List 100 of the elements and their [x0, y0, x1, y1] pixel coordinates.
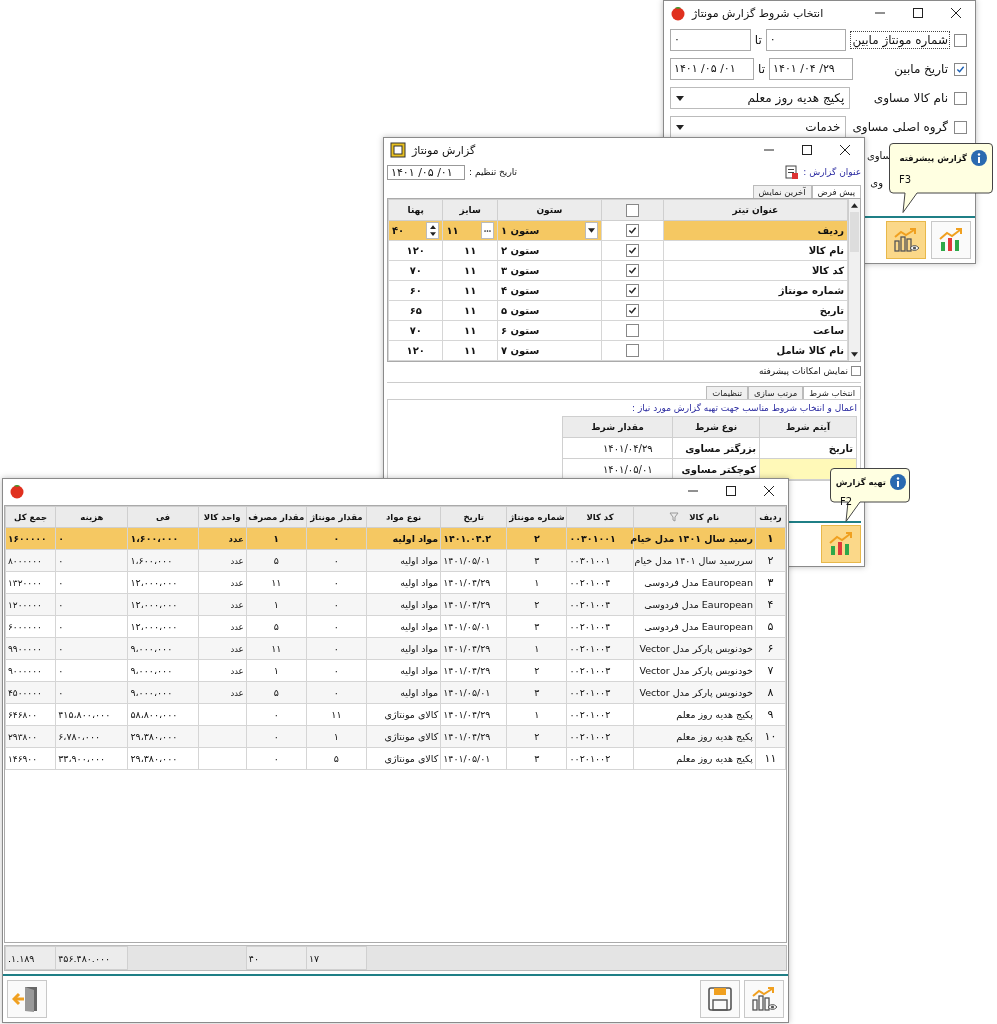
column-header[interactable]: ردیف	[755, 506, 786, 528]
table-cell: ستون ۴	[497, 280, 602, 301]
checkbox[interactable]	[954, 91, 967, 105]
table-cell: ۹،۰۰۰،۰۰۰	[127, 681, 199, 704]
save-icon	[705, 984, 735, 1014]
table-cell: ۵۸،۸۰۰،۰۰۰	[127, 703, 199, 726]
dropdown[interactable]: پکیج هدیه روز معلم	[670, 87, 851, 109]
table-row[interactable]: ۵ Eauropean مدل فردوسی ۰۰۲۰۱۰۰۴ ۳ ۱۴۰۱/۰۵/۰۱ مواد اولیه ۰ ۵ عدد ۱۲،۰۰۰،۰۰۰ ۰ ۶۰۰۰۰۰۰	[5, 615, 786, 638]
table-cell: ۰	[55, 593, 128, 616]
table-cell: کالای مونتاژی	[366, 703, 441, 726]
column-header[interactable]: مقدار مصرف	[246, 506, 307, 528]
checkbox[interactable]	[625, 324, 639, 337]
column-header[interactable]: آیتم شرط	[759, 416, 857, 438]
table-cell: ۶۰۰۰۰۰۰	[5, 615, 56, 638]
tab[interactable]: انتخاب شرط	[803, 386, 861, 399]
table-cell: ۰۰۲۰۱۰۰۴	[566, 615, 634, 638]
spin-buttons[interactable]	[426, 222, 440, 239]
checkbox[interactable]	[625, 203, 639, 217]
table-cell: ۲	[506, 659, 567, 682]
input-field[interactable]: ۰	[670, 29, 751, 51]
column-header[interactable]: سایز	[443, 199, 498, 221]
column-header[interactable]: نوع مواد	[366, 506, 441, 528]
checkbox[interactable]	[954, 33, 967, 47]
report-preview-button[interactable]	[886, 221, 926, 259]
table-cell: ستون ۲	[497, 240, 602, 261]
checkbox[interactable]	[851, 366, 861, 376]
chart-eye-icon	[749, 984, 779, 1014]
table-cell: ۰	[306, 615, 367, 638]
table-row[interactable]: ۱۱ پکیج هدیه روز معلم ۰۰۲۰۱۰۰۲ ۳ ۱۴۰۱/۰۵/۰۱ کالای مونتاژی ۵ ۰ ۲۹،۳۸۰،۰۰۰ ۳۳،۹۰۰،۰۰۰ ۱۴۶۹۰۰	[5, 747, 786, 770]
table-row[interactable]: ۴ Eauropean مدل فردوسی ۰۰۲۰۱۰۰۴ ۲ ۱۴۰۱/۰۴/۲۹ مواد اولیه ۰ ۱ عدد ۱۲،۰۰۰،۰۰۰ ۰ ۱۲۰۰۰۰۰	[5, 593, 786, 616]
tab[interactable]: تنظیمات	[706, 386, 749, 399]
column-header[interactable]: نوع شرط	[672, 416, 760, 438]
table-cell: ۱۲۰	[388, 340, 443, 361]
checkbox[interactable]	[954, 120, 967, 134]
table-row[interactable]: ۸ خودنویس پارکر مدل Vector ۰۰۲۰۱۰۰۳ ۳ ۱۴۰۱/۰۵/۰۱ مواد اولیه ۰ ۵ عدد ۹،۰۰۰،۰۰۰ ۰ ۴۵۰۰۰۰۰	[5, 681, 786, 704]
table-row[interactable]: ۳ Eauropean مدل فردوسی ۰۰۲۰۱۰۰۴ ۱ ۱۴۰۱/۰۴/۲۹ مواد اولیه ۰ ۱۱ عدد ۱۲،۰۰۰،۰۰۰ ۰ ۱۳۲۰۰۰۰	[5, 571, 786, 594]
caret-icon	[676, 124, 684, 130]
table-cell: ۴۱۵،۸۰۰،۰۰۰	[55, 703, 128, 726]
tab[interactable]: مرتب سازی	[748, 386, 804, 399]
checkbox[interactable]	[954, 62, 967, 76]
scrollbar-thumb[interactable]	[850, 212, 859, 252]
table-row[interactable]: ۱ رسید سال ۱۴۰۱ مدل خیام ۰۰۳۰۱۰۰۱ ۲ ۱۴۰۱.۰۴.۲ مواد اولیه ۰ ۱ عدد ۱،۶۰۰،۰۰۰ ۰ ۱۶۰۰۰۰۰	[5, 527, 786, 550]
save-button[interactable]	[700, 980, 740, 1018]
table-cell: ۱۱	[443, 240, 498, 261]
checkbox[interactable]	[625, 264, 639, 277]
checkbox[interactable]	[625, 344, 639, 357]
table-cell: ۵	[246, 681, 307, 704]
column-header[interactable]: عنوان تیتر	[663, 199, 848, 221]
checkbox[interactable]	[625, 304, 639, 317]
dropdown-button[interactable]	[584, 222, 598, 239]
close-icon	[840, 145, 850, 155]
table-cell: ۲	[506, 593, 567, 616]
table-cell: ۱۳۲۰۰۰۰	[5, 571, 56, 594]
column-header[interactable]: مقدار مونتاژ	[306, 506, 367, 528]
table-cell: ۱۰	[755, 725, 786, 748]
table-cell: خودنویس پارکر مدل Vector	[633, 681, 756, 704]
checkbox[interactable]	[625, 284, 639, 297]
checkbox-label: گروه اصلی مساوی	[851, 119, 949, 136]
column-header[interactable]: نام کالا	[633, 506, 756, 528]
table-cell: ۱۴۰۱/۰۵/۰۱	[440, 747, 507, 770]
report-preview-button[interactable]	[744, 980, 784, 1018]
column-header[interactable]: تاریخ	[440, 506, 507, 528]
table-cell: ۰	[55, 571, 128, 594]
column-header[interactable]: هزینه	[55, 506, 128, 528]
tab[interactable]: پیش فرض	[811, 185, 861, 198]
table-cell: ستون ۳	[497, 260, 602, 281]
table-cell: ۲۹،۳۸۰،۰۰۰	[127, 747, 199, 770]
column-header[interactable]: پهنا	[388, 199, 443, 221]
column-header[interactable]: کد کالا	[566, 506, 634, 528]
exit-button[interactable]	[7, 980, 47, 1018]
column-header[interactable]: فی	[127, 506, 199, 528]
chart-button[interactable]	[821, 525, 861, 563]
input-field[interactable]: ۰	[765, 29, 847, 51]
chart-button[interactable]	[931, 221, 971, 259]
table-cell: ۰	[306, 681, 367, 704]
checkbox[interactable]	[625, 224, 639, 237]
table-cell: مواد اولیه	[366, 681, 441, 704]
table-row[interactable]: ۶ خودنویس پارکر مدل Vector ۰۰۲۰۱۰۰۳ ۱ ۱۴۰۱/۰۴/۲۹ مواد اولیه ۰ ۱۱ عدد ۹،۰۰۰،۰۰۰ ۰ ۹۹۰۰۰۰۰	[5, 637, 786, 660]
input-field[interactable]: ۱۴۰۱ /۰۵ /۰۱	[670, 58, 755, 80]
column-header[interactable]: ستون	[497, 199, 602, 221]
checkbox[interactable]	[625, 244, 639, 257]
column-header[interactable]: واحد کالا	[198, 506, 247, 528]
checkbox-label: شماره مونتاژ مابین	[850, 31, 950, 49]
date-field[interactable]: ۱۴۰۱ /۰۵ /۰۱	[387, 164, 465, 180]
table-cell: ۰	[306, 571, 367, 594]
table-row[interactable]: ۹ پکیج هدیه روز معلم ۰۰۲۰۱۰۰۲ ۱ ۱۴۰۱/۰۴/۲۹ کالای مونتاژی ۱۱ ۰ ۵۸،۸۰۰،۰۰۰ ۴۱۵،۸۰۰،۰۰۰ ۶۴۶۸۰۰	[5, 703, 786, 726]
table-cell: Eauropean مدل فردوسی	[633, 615, 756, 638]
column-header[interactable]: جمع کل	[5, 506, 56, 528]
table-row[interactable]: ۲ سررسید سال ۱۴۰۱ مدل خیام ۰۰۳۰۱۰۰۱ ۳ ۱۴۰۱/۰۵/۰۱ مواد اولیه ۰ ۵ عدد ۱،۶۰۰،۰۰۰ ۰ ۸۰۰۰۰۰۰	[5, 549, 786, 572]
tab[interactable]: آخرین نمایش	[752, 185, 812, 198]
column-header[interactable]: شماره مونتاژ	[506, 506, 567, 528]
column-header[interactable]: مقدار شرط	[562, 416, 673, 438]
input-field[interactable]: ۱۴۰۱ /۰۴ /۲۹	[769, 58, 854, 80]
table-row[interactable]: ۷ خودنویس پارکر مدل Vector ۰۰۲۰۱۰۰۳ ۲ ۱۴۰۱/۰۴/۲۹ مواد اولیه ۰ ۱ عدد ۹،۰۰۰،۰۰۰ ۰ ۹۰۰۰۰۰۰	[5, 659, 786, 682]
table-cell: ۱۴۰۱/۰۴/۲۹	[562, 437, 673, 459]
scrollbar[interactable]	[848, 199, 860, 361]
table-cell: ۱۴۰۱/۰۴/۲۹	[440, 725, 507, 748]
ellipsis-button[interactable]	[480, 222, 494, 239]
table-row[interactable]: ۱۰ پکیج هدیه روز معلم ۰۰۲۰۱۰۰۲ ۲ ۱۴۰۱/۰۴/۲۹ کالای مونتاژی ۱ ۰ ۲۹،۳۸۰،۰۰۰ ۶،۷۸۰،۰۰۰ ۲۹۳۸۰۰	[5, 725, 786, 748]
table-cell: عدد	[198, 659, 247, 682]
